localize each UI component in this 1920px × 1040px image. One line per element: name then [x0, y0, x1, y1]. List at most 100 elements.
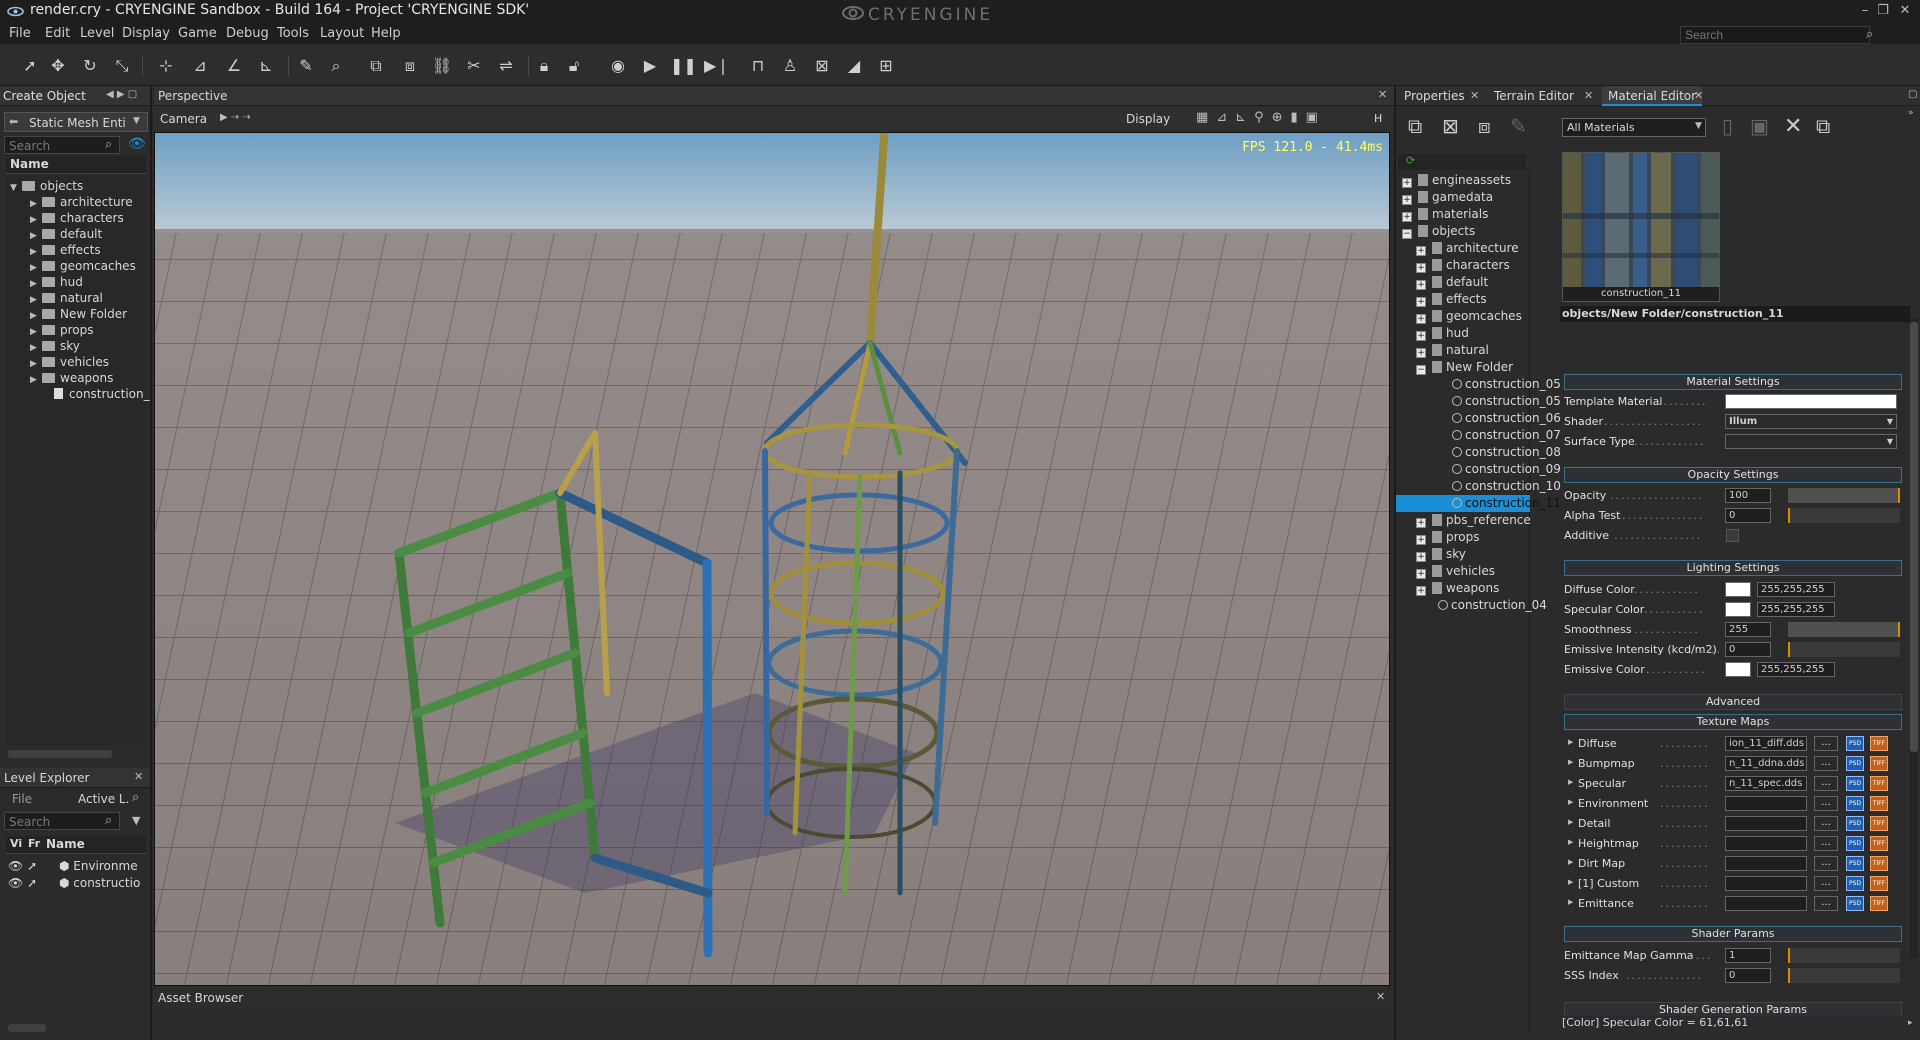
- tree-item-engineassets[interactable]: + engineassets: [1396, 172, 1530, 189]
- resize-handle-icon[interactable]: ▸: [1908, 1018, 1913, 1028]
- group-icon[interactable]: ⧉: [364, 54, 388, 78]
- reset-material-icon[interactable]: ⊠: [1442, 114, 1459, 138]
- browse-texture-button[interactable]: ...: [1814, 896, 1838, 911]
- section-texture-maps[interactable]: Texture Maps: [1564, 714, 1902, 730]
- camera-menu[interactable]: Camera: [160, 112, 207, 126]
- texture-path-field[interactable]: [1725, 876, 1807, 891]
- expand-icon[interactable]: +: [1416, 280, 1426, 290]
- browse-texture-button[interactable]: ...: [1814, 816, 1838, 831]
- expand-icon[interactable]: »: [1908, 108, 1914, 118]
- display-menu[interactable]: Display: [1126, 112, 1170, 126]
- level-row[interactable]: 👁︎ ➚ ⬢ constructio: [8, 875, 140, 891]
- back-arrow-icon[interactable]: ⬅: [9, 115, 18, 128]
- expand-icon[interactable]: +: [1402, 212, 1412, 222]
- tool-a-icon[interactable]: ⊓: [746, 54, 770, 78]
- texture-path-field[interactable]: [1725, 856, 1807, 871]
- open-psd-button[interactable]: PSD: [1846, 776, 1864, 791]
- tree-item-folder[interactable]: ▶ vehicles: [30, 354, 109, 370]
- expand-icon[interactable]: +: [1416, 348, 1426, 358]
- tree-item-folder[interactable]: + props: [1396, 529, 1530, 546]
- chevron-right-icon[interactable]: ▶ ⇢ ⇢: [220, 112, 251, 123]
- diffuse-color-field[interactable]: 255,255,255: [1757, 582, 1835, 597]
- tree-item-folder[interactable]: + pbs_reference: [1396, 512, 1531, 529]
- expand-icon[interactable]: +: [1416, 535, 1426, 545]
- tree-item-folder[interactable]: + sky: [1396, 546, 1530, 563]
- texture-path-field[interactable]: n_11_spec.dds: [1725, 776, 1807, 791]
- snap-angle-icon[interactable]: ∠: [222, 54, 246, 78]
- expand-arrow-icon[interactable]: ▶: [1568, 838, 1573, 846]
- level-search-box[interactable]: Search ⌕: [4, 812, 120, 830]
- visibility-eye-icon[interactable]: 👁︎: [128, 136, 146, 152]
- tree-item-folder[interactable]: + effects: [1396, 291, 1530, 308]
- get-material-icon[interactable]: ⧈: [1478, 114, 1491, 138]
- tool-b-icon[interactable]: ⊠: [810, 54, 834, 78]
- specular-color-field[interactable]: 255,255,255: [1757, 602, 1835, 617]
- ungroup-icon[interactable]: ⧈: [398, 54, 422, 78]
- locate-icon[interactable]: ⌕: [132, 790, 139, 805]
- open-psd-button[interactable]: PSD: [1846, 836, 1864, 851]
- close-tab-icon[interactable]: ✕: [1584, 89, 1593, 102]
- alpha-test-slider[interactable]: [1788, 508, 1900, 523]
- tree-item-folder[interactable]: + weapons: [1396, 580, 1530, 597]
- tree-item-gamedata[interactable]: + gamedata: [1396, 189, 1530, 206]
- tree-item-materials[interactable]: + materials: [1396, 206, 1530, 223]
- diffuse-color-swatch[interactable]: [1725, 582, 1751, 597]
- open-psd-button[interactable]: PSD: [1846, 796, 1864, 811]
- tree-item-material[interactable]: construction_07: [1396, 427, 1561, 444]
- tree-item-folder[interactable]: + characters: [1396, 257, 1530, 274]
- tree-item-material[interactable]: construction_09: [1396, 461, 1561, 478]
- open-tiff-button[interactable]: TIFF: [1870, 816, 1888, 831]
- open-psd-button[interactable]: PSD: [1846, 756, 1864, 771]
- alpha-test-field[interactable]: 0: [1725, 508, 1771, 523]
- close-viewport-icon[interactable]: ✕: [1378, 88, 1387, 101]
- close-asset-browser-icon[interactable]: ✕: [1376, 990, 1385, 1003]
- save-material-icon[interactable]: ▣: [1750, 114, 1769, 138]
- scale-icon[interactable]: ⤡: [110, 54, 134, 78]
- texture-path-field[interactable]: n_11_ddna.dds: [1725, 756, 1807, 771]
- open-tiff-button[interactable]: TIFF: [1870, 796, 1888, 811]
- snap-grid-icon[interactable]: ⊹: [154, 54, 178, 78]
- open-tiff-button[interactable]: TIFF: [1870, 736, 1888, 751]
- emissive-intensity-field[interactable]: 0: [1725, 642, 1771, 657]
- open-tiff-button[interactable]: TIFF: [1870, 856, 1888, 871]
- unlock-icon[interactable]: 🔓︎: [562, 54, 586, 78]
- terrain-icon[interactable]: ◢: [842, 54, 866, 78]
- sss-index-slider[interactable]: [1788, 968, 1900, 983]
- menu-tools[interactable]: Tools: [277, 26, 309, 41]
- vertical-scrollbar[interactable]: [1910, 322, 1918, 752]
- open-psd-button[interactable]: PSD: [1846, 816, 1864, 831]
- open-psd-button[interactable]: PSD: [1846, 856, 1864, 871]
- open-psd-button[interactable]: PSD: [1846, 736, 1864, 751]
- tree-item-folder[interactable]: ▶ geomcaches: [30, 258, 136, 274]
- browse-texture-button[interactable]: ...: [1814, 856, 1838, 871]
- tree-item-folder[interactable]: ▶ characters: [30, 210, 124, 226]
- object-search-box[interactable]: Search ⌕: [4, 136, 120, 154]
- eye-icon[interactable]: 👁︎: [8, 859, 23, 873]
- close-tab-icon[interactable]: ✕: [1694, 89, 1703, 102]
- horizontal-scrollbar[interactable]: [8, 1024, 46, 1032]
- emissive-color-field[interactable]: 255,255,255: [1757, 662, 1835, 677]
- close-tab-icon[interactable]: ✕: [1470, 89, 1479, 102]
- shader-dropdown[interactable]: Illum ▼: [1725, 414, 1897, 429]
- expand-arrow-icon[interactable]: ▶: [1568, 778, 1573, 786]
- lock-icon[interactable]: 🔒︎: [532, 54, 556, 78]
- template-material-field[interactable]: [1725, 394, 1897, 409]
- expand-arrow-icon[interactable]: ▶: [1568, 818, 1573, 826]
- section-lighting-settings[interactable]: Lighting Settings: [1564, 560, 1902, 576]
- pick-material-icon[interactable]: ✎: [1510, 114, 1527, 138]
- open-tiff-button[interactable]: TIFF: [1870, 836, 1888, 851]
- tree-item-material[interactable]: construction_08: [1396, 444, 1561, 461]
- tree-item-folder[interactable]: ▶ sky: [30, 338, 80, 354]
- browse-texture-button[interactable]: ...: [1814, 756, 1838, 771]
- step-icon[interactable]: ▶❘: [704, 54, 730, 78]
- expand-icon[interactable]: +: [1416, 246, 1426, 256]
- open-tiff-button[interactable]: TIFF: [1870, 876, 1888, 891]
- tree-item-folder[interactable]: + natural: [1396, 342, 1530, 359]
- viewport-options-icons[interactable]: ▦⊿⊾⚲⊕▮▣: [1196, 110, 1326, 125]
- expand-icon[interactable]: +: [1416, 263, 1426, 273]
- expand-arrow-icon[interactable]: ▶: [1568, 738, 1573, 746]
- sss-index-field[interactable]: 0: [1725, 968, 1771, 983]
- tree-item-folder[interactable]: + default: [1396, 274, 1530, 291]
- smoothness-field[interactable]: 255: [1725, 622, 1771, 637]
- rotate-icon[interactable]: ↻: [78, 54, 102, 78]
